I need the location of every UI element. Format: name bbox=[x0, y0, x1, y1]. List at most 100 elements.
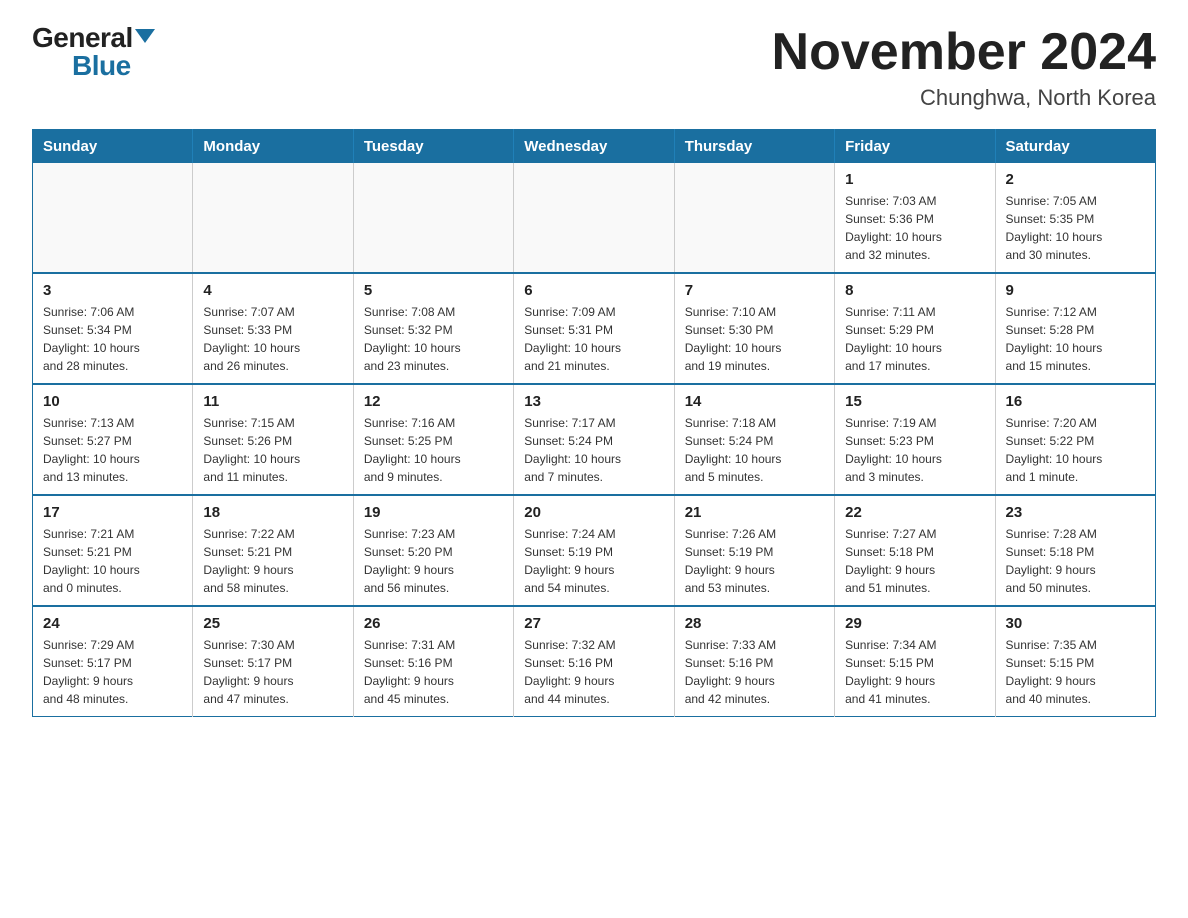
day-info: Sunrise: 7:22 AM Sunset: 5:21 PM Dayligh… bbox=[203, 525, 342, 597]
day-number: 18 bbox=[203, 504, 342, 521]
calendar-body: 1Sunrise: 7:03 AM Sunset: 5:36 PM Daylig… bbox=[33, 163, 1156, 717]
day-info: Sunrise: 7:32 AM Sunset: 5:16 PM Dayligh… bbox=[524, 636, 663, 708]
calendar-cell bbox=[33, 163, 193, 273]
weekday-header-row: SundayMondayTuesdayWednesdayThursdayFrid… bbox=[33, 130, 1156, 164]
logo-blue-text: Blue bbox=[72, 52, 131, 80]
calendar-header: SundayMondayTuesdayWednesdayThursdayFrid… bbox=[33, 130, 1156, 164]
calendar-cell bbox=[353, 163, 513, 273]
day-number: 9 bbox=[1006, 282, 1145, 299]
day-number: 14 bbox=[685, 393, 824, 410]
calendar-cell: 21Sunrise: 7:26 AM Sunset: 5:19 PM Dayli… bbox=[674, 495, 834, 606]
calendar-cell: 24Sunrise: 7:29 AM Sunset: 5:17 PM Dayli… bbox=[33, 606, 193, 717]
day-info: Sunrise: 7:20 AM Sunset: 5:22 PM Dayligh… bbox=[1006, 414, 1145, 486]
weekday-header-sunday: Sunday bbox=[33, 130, 193, 164]
day-number: 26 bbox=[364, 615, 503, 632]
day-number: 8 bbox=[845, 282, 984, 299]
calendar-cell: 3 Sunrise: 7:06 AM Sunset: 5:34 PM Daylig… bbox=[33, 273, 193, 384]
calendar-cell: 19Sunrise: 7:23 AM Sunset: 5:20 PM Dayli… bbox=[353, 495, 513, 606]
day-number: 4 bbox=[203, 282, 342, 299]
calendar-cell: 6 Sunrise: 7:09 AM Sunset: 5:31 PM Daylig… bbox=[514, 273, 674, 384]
day-number: 23 bbox=[1006, 504, 1145, 521]
calendar-cell: 16 Sunrise: 7:20 AM Sunset: 5:22 PM Dayli… bbox=[995, 384, 1155, 495]
day-info: Sunrise: 7:06 AM Sunset: 5:34 PM Dayligh… bbox=[43, 303, 182, 375]
calendar-cell: 23Sunrise: 7:28 AM Sunset: 5:18 PM Dayli… bbox=[995, 495, 1155, 606]
day-number: 6 bbox=[524, 282, 663, 299]
calendar-cell: 1Sunrise: 7:03 AM Sunset: 5:36 PM Daylig… bbox=[835, 163, 995, 273]
calendar-cell bbox=[193, 163, 353, 273]
day-number: 3 bbox=[43, 282, 182, 299]
calendar-cell bbox=[514, 163, 674, 273]
weekday-header-wednesday: Wednesday bbox=[514, 130, 674, 164]
day-info: Sunrise: 7:24 AM Sunset: 5:19 PM Dayligh… bbox=[524, 525, 663, 597]
day-info: Sunrise: 7:18 AM Sunset: 5:24 PM Dayligh… bbox=[685, 414, 824, 486]
day-number: 28 bbox=[685, 615, 824, 632]
calendar-cell: 17 Sunrise: 7:21 AM Sunset: 5:21 PM Dayli… bbox=[33, 495, 193, 606]
day-number: 16 bbox=[1006, 393, 1145, 410]
day-number: 25 bbox=[203, 615, 342, 632]
day-info: Sunrise: 7:29 AM Sunset: 5:17 PM Dayligh… bbox=[43, 636, 182, 708]
day-number: 7 bbox=[685, 282, 824, 299]
calendar-cell: 2 Sunrise: 7:05 AM Sunset: 5:35 PM Daylig… bbox=[995, 163, 1155, 273]
day-number: 22 bbox=[845, 504, 984, 521]
calendar-cell: 28Sunrise: 7:33 AM Sunset: 5:16 PM Dayli… bbox=[674, 606, 834, 717]
calendar-week-4: 17 Sunrise: 7:21 AM Sunset: 5:21 PM Dayli… bbox=[33, 495, 1156, 606]
calendar-cell: 22 Sunrise: 7:27 AM Sunset: 5:18 PM Dayli… bbox=[835, 495, 995, 606]
calendar-cell: 20 Sunrise: 7:24 AM Sunset: 5:19 PM Dayli… bbox=[514, 495, 674, 606]
calendar-cell: 13 Sunrise: 7:17 AM Sunset: 5:24 PM Dayli… bbox=[514, 384, 674, 495]
day-number: 11 bbox=[203, 393, 342, 410]
day-info: Sunrise: 7:19 AM Sunset: 5:23 PM Dayligh… bbox=[845, 414, 984, 486]
calendar-cell bbox=[674, 163, 834, 273]
calendar-cell: 25Sunrise: 7:30 AM Sunset: 5:17 PM Dayli… bbox=[193, 606, 353, 717]
day-info: Sunrise: 7:21 AM Sunset: 5:21 PM Dayligh… bbox=[43, 525, 182, 597]
location-title: Chunghwa, North Korea bbox=[772, 85, 1156, 111]
day-number: 10 bbox=[43, 393, 182, 410]
day-number: 12 bbox=[364, 393, 503, 410]
month-title: November 2024 bbox=[772, 24, 1156, 81]
calendar-cell: 11 Sunrise: 7:15 AM Sunset: 5:26 PM Dayli… bbox=[193, 384, 353, 495]
day-info: Sunrise: 7:10 AM Sunset: 5:30 PM Dayligh… bbox=[685, 303, 824, 375]
calendar-week-1: 1Sunrise: 7:03 AM Sunset: 5:36 PM Daylig… bbox=[33, 163, 1156, 273]
calendar-cell: 7 Sunrise: 7:10 AM Sunset: 5:30 PM Daylig… bbox=[674, 273, 834, 384]
day-info: Sunrise: 7:17 AM Sunset: 5:24 PM Dayligh… bbox=[524, 414, 663, 486]
weekday-header-thursday: Thursday bbox=[674, 130, 834, 164]
day-info: Sunrise: 7:15 AM Sunset: 5:26 PM Dayligh… bbox=[203, 414, 342, 486]
calendar-cell: 14 Sunrise: 7:18 AM Sunset: 5:24 PM Dayli… bbox=[674, 384, 834, 495]
calendar-cell: 5Sunrise: 7:08 AM Sunset: 5:32 PM Daylig… bbox=[353, 273, 513, 384]
day-info: Sunrise: 7:05 AM Sunset: 5:35 PM Dayligh… bbox=[1006, 192, 1145, 264]
day-info: Sunrise: 7:31 AM Sunset: 5:16 PM Dayligh… bbox=[364, 636, 503, 708]
logo: General Blue bbox=[32, 24, 155, 80]
day-number: 20 bbox=[524, 504, 663, 521]
day-info: Sunrise: 7:35 AM Sunset: 5:15 PM Dayligh… bbox=[1006, 636, 1145, 708]
calendar-cell: 29 Sunrise: 7:34 AM Sunset: 5:15 PM Dayli… bbox=[835, 606, 995, 717]
calendar-week-2: 3 Sunrise: 7:06 AM Sunset: 5:34 PM Daylig… bbox=[33, 273, 1156, 384]
calendar-cell: 27 Sunrise: 7:32 AM Sunset: 5:16 PM Dayli… bbox=[514, 606, 674, 717]
day-number: 13 bbox=[524, 393, 663, 410]
day-number: 29 bbox=[845, 615, 984, 632]
day-number: 17 bbox=[43, 504, 182, 521]
calendar-table: SundayMondayTuesdayWednesdayThursdayFrid… bbox=[32, 129, 1156, 717]
day-number: 5 bbox=[364, 282, 503, 299]
day-number: 2 bbox=[1006, 171, 1145, 188]
calendar-cell: 26 Sunrise: 7:31 AM Sunset: 5:16 PM Dayli… bbox=[353, 606, 513, 717]
day-info: Sunrise: 7:11 AM Sunset: 5:29 PM Dayligh… bbox=[845, 303, 984, 375]
day-number: 30 bbox=[1006, 615, 1145, 632]
page-header: General Blue November 2024 Chunghwa, Nor… bbox=[32, 24, 1156, 111]
logo-triangle-icon bbox=[135, 29, 155, 43]
calendar-cell: 4Sunrise: 7:07 AM Sunset: 5:33 PM Daylig… bbox=[193, 273, 353, 384]
calendar-week-5: 24Sunrise: 7:29 AM Sunset: 5:17 PM Dayli… bbox=[33, 606, 1156, 717]
day-info: Sunrise: 7:27 AM Sunset: 5:18 PM Dayligh… bbox=[845, 525, 984, 597]
day-info: Sunrise: 7:09 AM Sunset: 5:31 PM Dayligh… bbox=[524, 303, 663, 375]
day-info: Sunrise: 7:12 AM Sunset: 5:28 PM Dayligh… bbox=[1006, 303, 1145, 375]
weekday-header-friday: Friday bbox=[835, 130, 995, 164]
title-section: November 2024 Chunghwa, North Korea bbox=[772, 24, 1156, 111]
day-info: Sunrise: 7:16 AM Sunset: 5:25 PM Dayligh… bbox=[364, 414, 503, 486]
calendar-week-3: 10 Sunrise: 7:13 AM Sunset: 5:27 PM Dayli… bbox=[33, 384, 1156, 495]
day-info: Sunrise: 7:13 AM Sunset: 5:27 PM Dayligh… bbox=[43, 414, 182, 486]
day-info: Sunrise: 7:26 AM Sunset: 5:19 PM Dayligh… bbox=[685, 525, 824, 597]
logo-general-text: General bbox=[32, 24, 133, 52]
day-info: Sunrise: 7:34 AM Sunset: 5:15 PM Dayligh… bbox=[845, 636, 984, 708]
calendar-cell: 30 Sunrise: 7:35 AM Sunset: 5:15 PM Dayli… bbox=[995, 606, 1155, 717]
day-number: 27 bbox=[524, 615, 663, 632]
day-number: 1 bbox=[845, 171, 984, 188]
calendar-cell: 10 Sunrise: 7:13 AM Sunset: 5:27 PM Dayli… bbox=[33, 384, 193, 495]
